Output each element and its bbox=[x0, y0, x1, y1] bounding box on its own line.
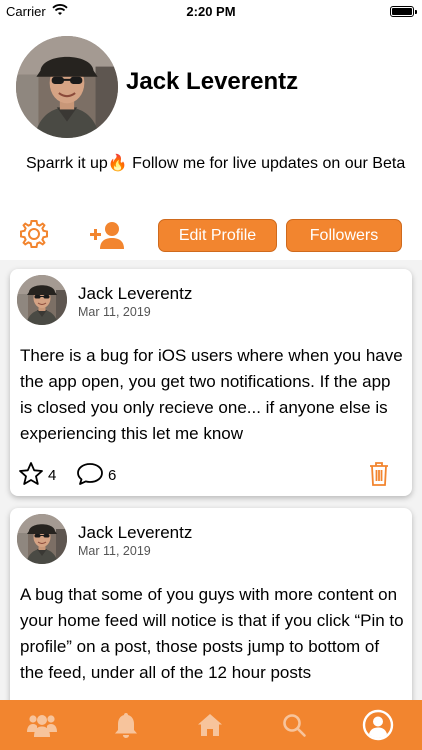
profile-name: Jack Leverentz bbox=[126, 68, 299, 95]
post-feed[interactable]: Jack Leverentz Mar 11, 2019 There is a b… bbox=[0, 260, 422, 700]
edit-profile-button[interactable]: Edit Profile bbox=[158, 219, 277, 252]
post-date: Mar 11, 2019 bbox=[78, 305, 151, 319]
comment-count: 6 bbox=[108, 467, 117, 484]
like-count: 4 bbox=[48, 467, 57, 484]
post-card[interactable]: Jack Leverentz Mar 11, 2019 There is a b… bbox=[10, 269, 412, 496]
post-author-avatar[interactable] bbox=[17, 514, 67, 564]
profile-icon bbox=[362, 709, 394, 741]
bell-icon bbox=[115, 713, 137, 738]
post-actions: 4 6 bbox=[10, 461, 412, 487]
comment-icon[interactable] bbox=[76, 461, 104, 487]
post-card[interactable]: Jack Leverentz Mar 11, 2019 A bug that s… bbox=[10, 508, 412, 700]
star-icon[interactable] bbox=[18, 461, 44, 487]
battery-level bbox=[392, 8, 412, 15]
add-person-icon[interactable] bbox=[88, 220, 126, 250]
tab-notifications[interactable] bbox=[84, 700, 168, 750]
tab-bar bbox=[0, 700, 422, 750]
tab-search[interactable] bbox=[252, 700, 336, 750]
clock: 2:20 PM bbox=[186, 4, 236, 19]
home-icon bbox=[198, 714, 222, 736]
battery-icon bbox=[390, 6, 417, 17]
profile-header: Jack Leverentz Sparrk it up🔥 Follow me f… bbox=[0, 22, 422, 260]
status-bar: Carrier 2:20 PM bbox=[0, 0, 422, 22]
post-body: A bug that some of you guys with more co… bbox=[20, 585, 404, 682]
profile-bio: Sparrk it up🔥 Follow me for live updates… bbox=[26, 155, 406, 172]
people-icon bbox=[27, 715, 57, 737]
post-body: There is a bug for iOS users where when … bbox=[20, 346, 403, 443]
gear-icon[interactable] bbox=[18, 218, 50, 250]
tab-community[interactable] bbox=[0, 700, 84, 750]
followers-button[interactable]: Followers bbox=[286, 219, 402, 252]
tab-home[interactable] bbox=[168, 700, 252, 750]
post-date: Mar 11, 2019 bbox=[78, 544, 151, 558]
tab-profile[interactable] bbox=[336, 700, 420, 750]
post-author-name[interactable]: Jack Leverentz bbox=[78, 523, 192, 543]
profile-avatar[interactable] bbox=[16, 36, 118, 138]
post-author-name[interactable]: Jack Leverentz bbox=[78, 284, 192, 304]
trash-icon[interactable] bbox=[368, 461, 390, 487]
post-author-avatar[interactable] bbox=[17, 275, 67, 325]
search-icon bbox=[283, 714, 306, 737]
